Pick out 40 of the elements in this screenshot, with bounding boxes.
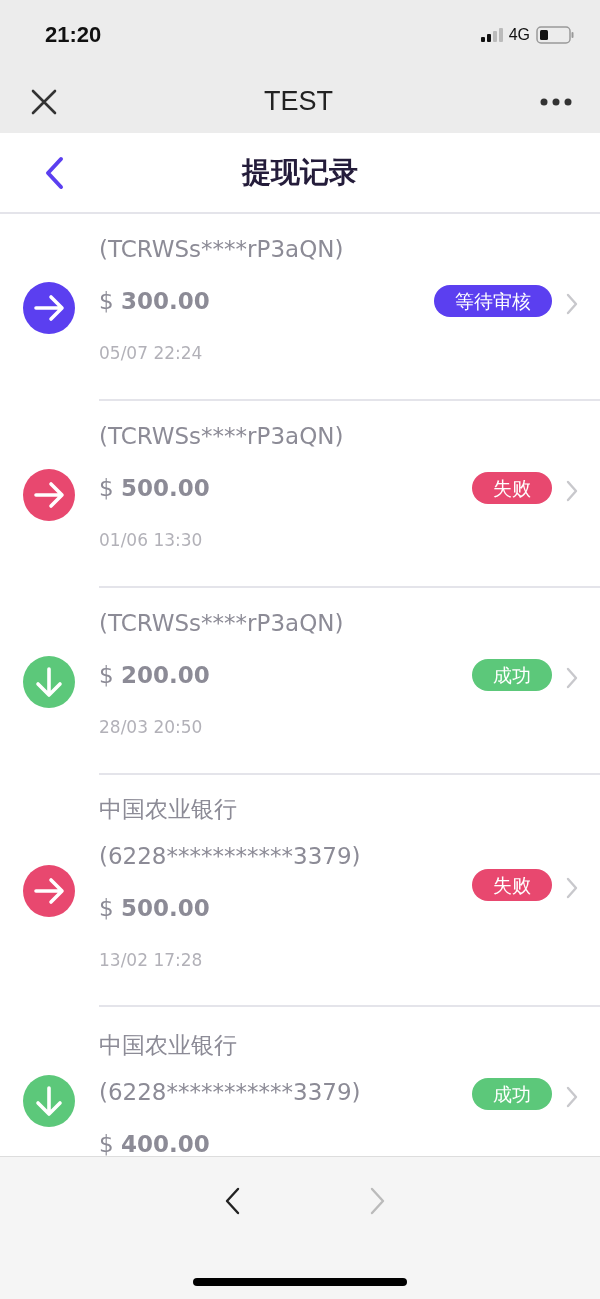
account-number: (6228***********3379) [99,842,361,871]
date-time: 13/02 17:28 [99,949,203,972]
chevron-right-icon [566,667,578,689]
record-row[interactable]: 中国农业银行 (6228***********3379) $ 500.00 13/02 17:28 失败 [0,775,600,1007]
signal-icon [480,28,503,42]
close-icon[interactable] [31,88,57,115]
status-badge: 成功 [472,659,552,691]
status-badge: 失败 [472,472,552,504]
more-icon[interactable] [540,97,572,106]
back-icon[interactable] [44,156,64,190]
status-badge: 失败 [472,868,552,901]
record-row[interactable]: (TCRWSs****rP3aQN) $ 200.00 28/03 20:50 成功 [0,588,600,775]
date-time: 05/07 22:24 [99,342,203,365]
chevron-right-icon [566,293,578,315]
amount: $ 200.00 [99,661,210,689]
date-time: 28/03 20:50 [99,716,203,739]
account-number: (TCRWSs****rP3aQN) [99,235,344,264]
screen-title: 提现记录 [242,153,358,191]
amount: $ 500.00 [99,894,210,922]
status-badge: 等待审核 [434,285,552,317]
date-time: 01/06 13:30 [99,529,203,552]
record-row[interactable]: (TCRWSs****rP3aQN) $ 500.00 01/06 13:30 失败 [0,401,600,588]
clock-time: 21:20 [45,22,102,48]
back-icon[interactable] [224,1187,240,1215]
battery-icon [536,26,574,44]
amount: $ 300.00 [99,287,210,315]
page-title: TEST [264,86,333,117]
chevron-right-icon [566,1086,578,1108]
account-number: (6228***********3379) [99,1078,361,1107]
network-label: 4G [508,26,530,44]
amount: $ 500.00 [99,474,210,502]
record-row[interactable]: (TCRWSs****rP3aQN) $ 300.00 05/07 22:24 等待审核 [0,214,600,401]
status-badge: 成功 [472,1078,552,1110]
bank-name: 中国农业银行 [99,1031,237,1060]
account-number: (TCRWSs****rP3aQN) [99,609,344,638]
amount: $ 400.00 [99,1130,210,1156]
bank-name: 中国农业银行 [99,795,237,824]
account-number: (TCRWSs****rP3aQN) [99,422,344,451]
chevron-right-icon [566,876,578,899]
chevron-right-icon [566,480,578,502]
